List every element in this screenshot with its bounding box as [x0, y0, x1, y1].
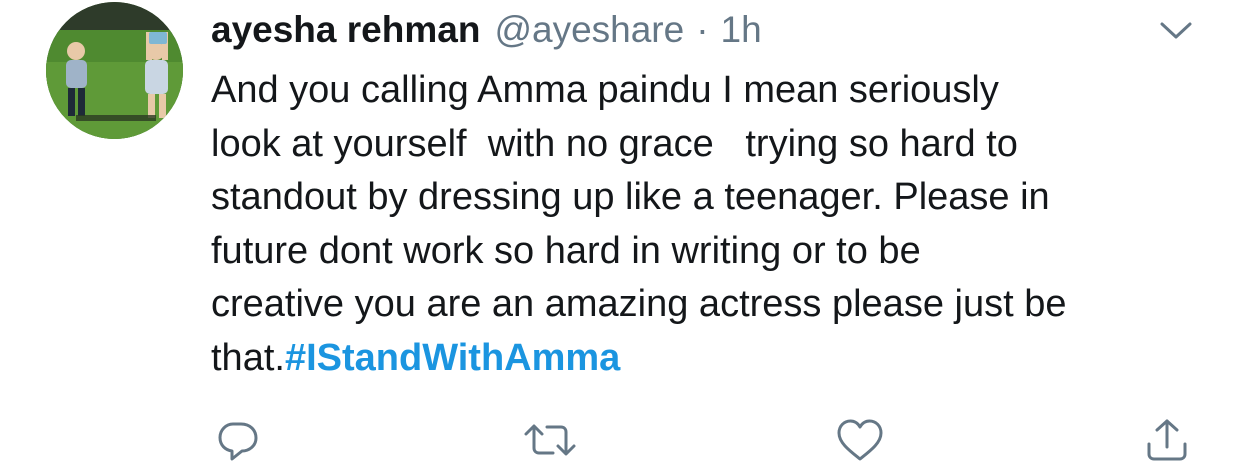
avatar[interactable]: [46, 2, 183, 139]
tweet-text-line: And you calling Amma paindu I mean serio…: [211, 69, 999, 111]
display-name[interactable]: ayesha rehman: [211, 8, 480, 52]
tweet-text-line: look at yourself with no grace trying so…: [211, 122, 1018, 165]
timestamp[interactable]: 1h: [721, 8, 762, 52]
user-handle[interactable]: @ayeshare: [494, 8, 684, 52]
tweet-text-line: that.#IStandWithAmma: [211, 332, 1211, 386]
hashtag-link[interactable]: #IStandWithAmma: [285, 337, 620, 379]
tweet[interactable]: ayesha rehman @ayeshare · 1h And you cal…: [0, 0, 1242, 476]
tweet-header: ayesha rehman @ayeshare · 1h: [211, 8, 762, 52]
tweet-text: And you calling Amma paindu I mean serio…: [211, 64, 1211, 385]
tweet-text-fragment: that.: [211, 336, 285, 379]
tweet-text-line: future dont work so hard in writing or t…: [211, 229, 921, 272]
tweet-text-line: creative you are an amazing actress plea…: [211, 283, 1067, 325]
avatar-photo: [46, 2, 183, 139]
tweet-text-line: standout by dressing up like a teenager.…: [211, 176, 1050, 218]
reply-icon[interactable]: [214, 416, 262, 464]
share-icon[interactable]: [1143, 416, 1191, 464]
chevron-down-icon[interactable]: [1158, 16, 1194, 44]
retweet-icon[interactable]: [522, 416, 578, 464]
heart-icon[interactable]: [835, 416, 885, 464]
header-separator: ·: [696, 9, 709, 50]
